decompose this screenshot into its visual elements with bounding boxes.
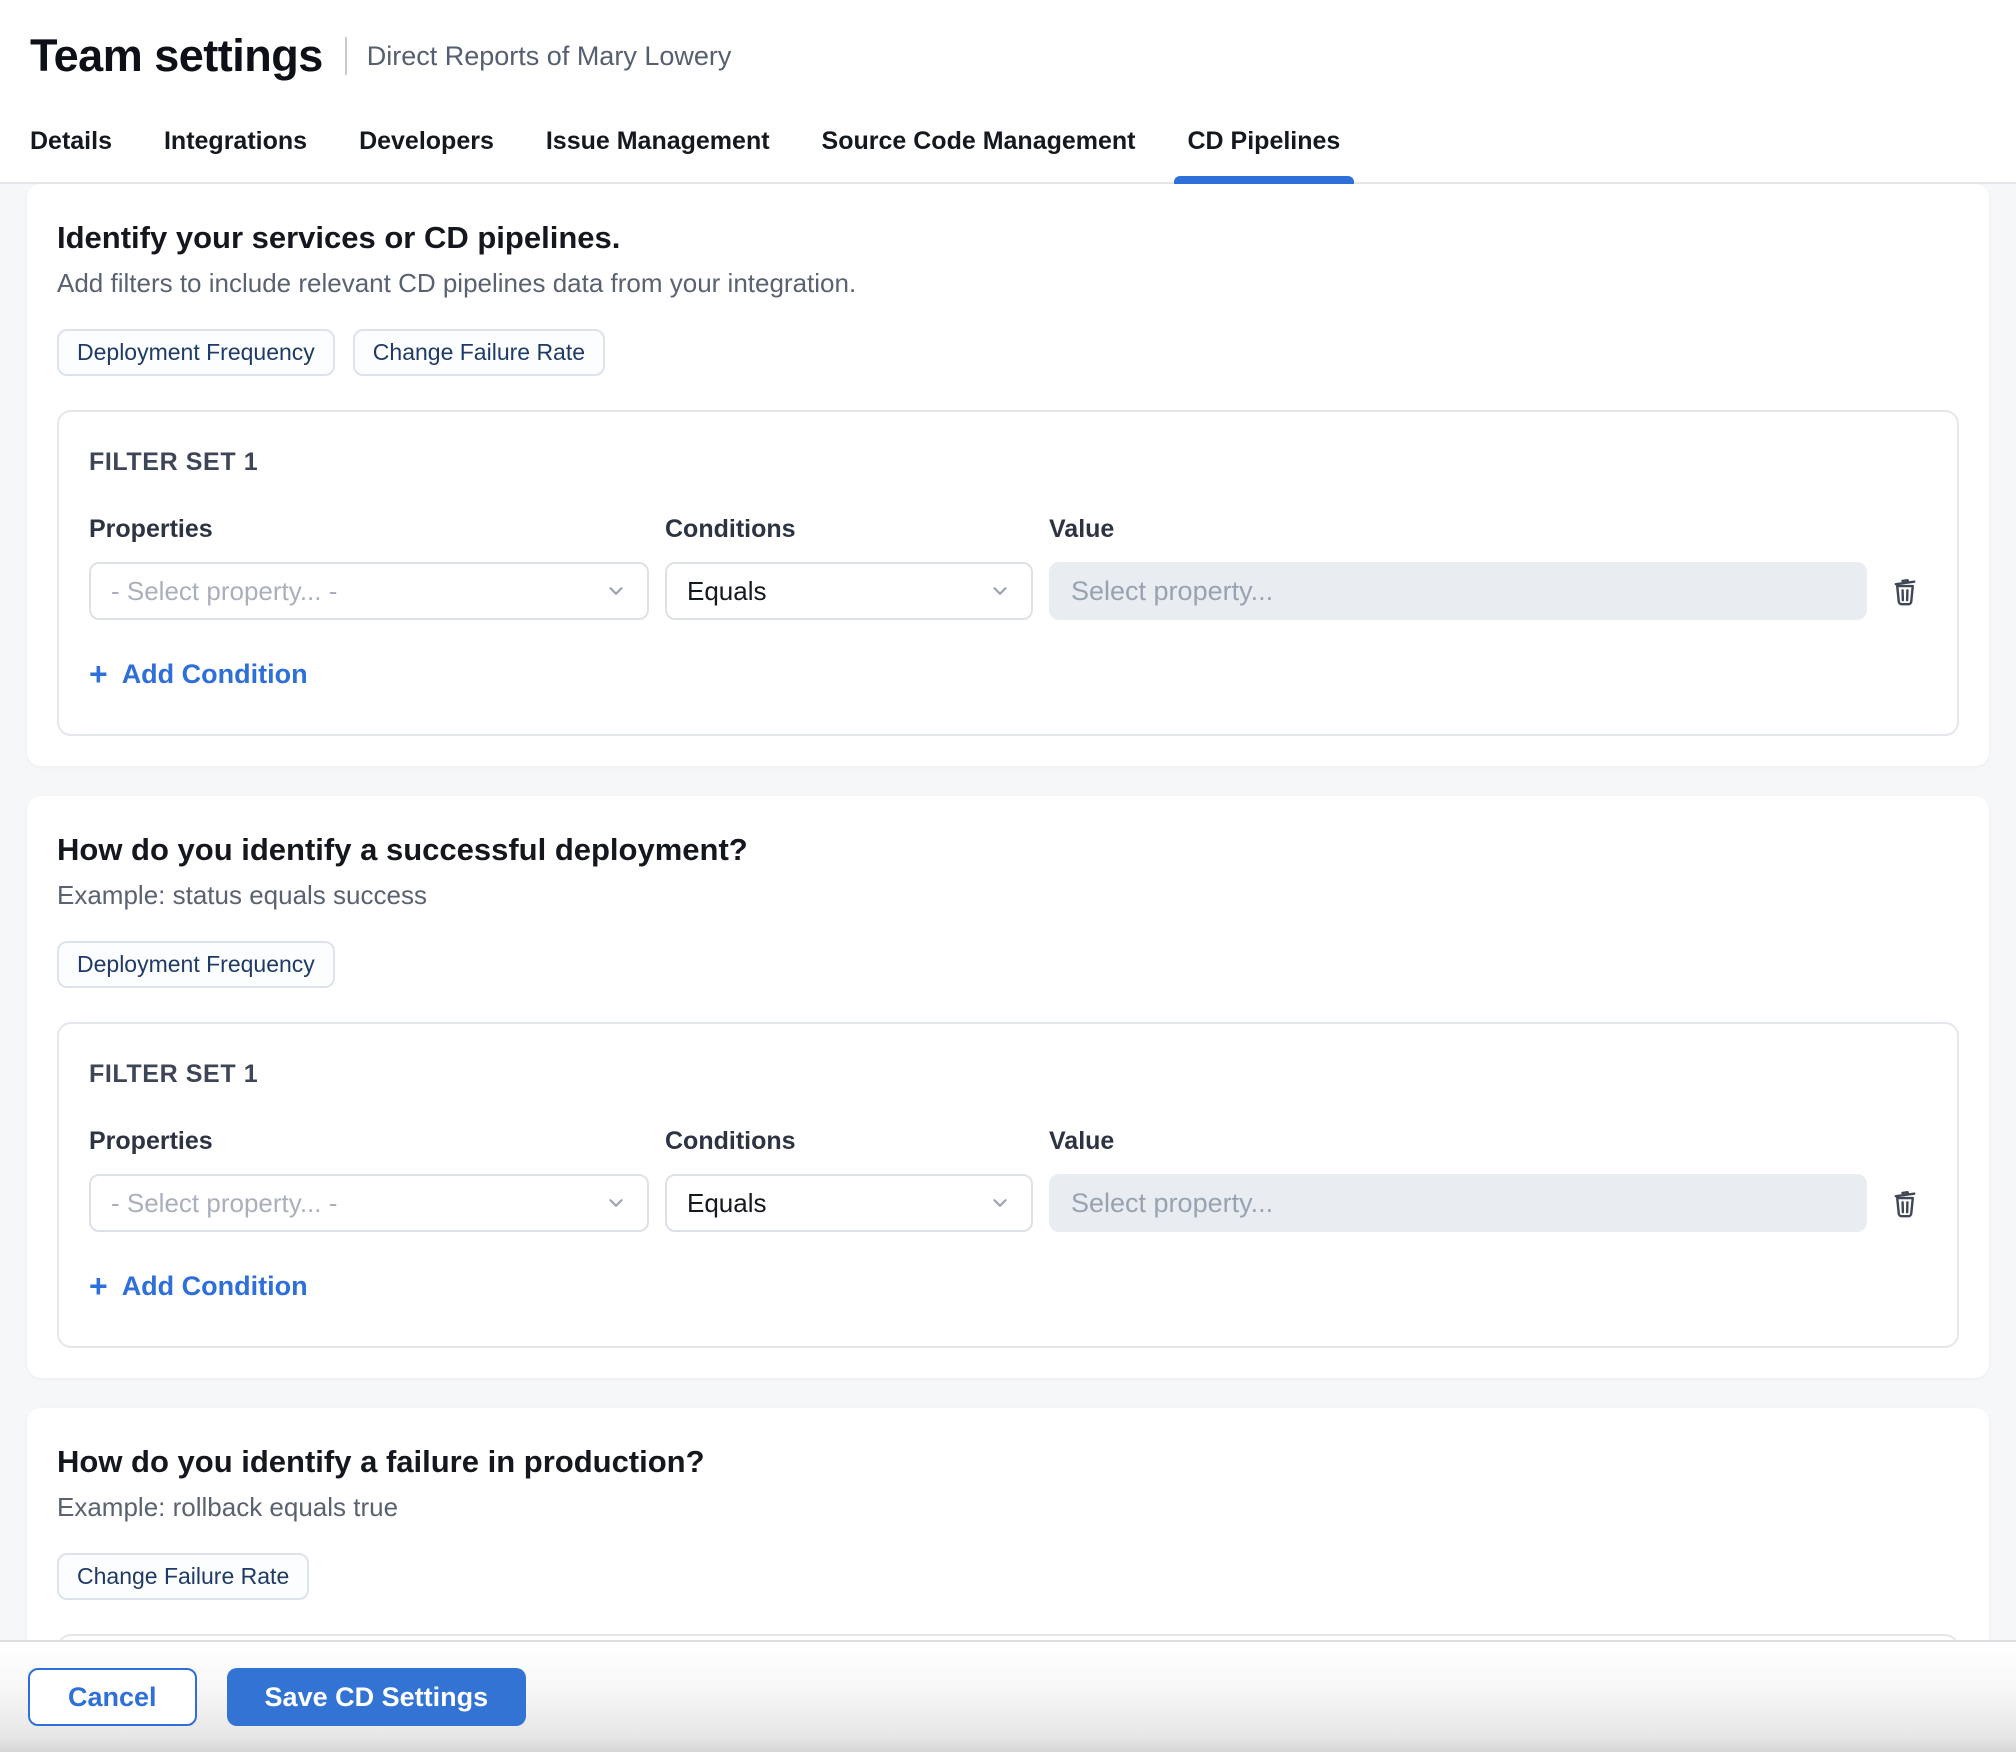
section-heading: How do you identify a successful deploym… [57, 832, 1959, 868]
filter-condition-row: - Select property... - Equals [89, 562, 1927, 620]
title-separator [345, 37, 347, 75]
chevron-down-icon [989, 1192, 1011, 1214]
section-description: Add filters to include relevant CD pipel… [57, 268, 1959, 299]
condition-select-value: Equals [687, 576, 767, 607]
condition-select[interactable]: Equals [665, 562, 1033, 620]
cancel-button[interactable]: Cancel [28, 1668, 197, 1726]
value-input[interactable] [1049, 562, 1867, 620]
section-description: Example: status equals success [57, 880, 1959, 911]
plus-icon: + [89, 658, 108, 690]
filter-column-labels: Properties Conditions Value [89, 515, 1927, 544]
property-select[interactable]: - Select property... - [89, 1174, 649, 1232]
add-condition-button[interactable]: + Add Condition [89, 658, 308, 690]
delete-condition-button[interactable] [1884, 1182, 1926, 1224]
trash-icon [1888, 574, 1922, 608]
filter-set-title: FILTER SET 1 [89, 1060, 1927, 1089]
chip-deployment-frequency[interactable]: Deployment Frequency [57, 329, 335, 376]
property-select-placeholder: - Select property... - [111, 1188, 337, 1219]
property-select-placeholder: - Select property... - [111, 576, 337, 607]
chevron-down-icon [605, 1192, 627, 1214]
filter-column-labels: Properties Conditions Value [89, 1127, 1927, 1156]
properties-label: Properties [89, 1127, 649, 1156]
chip-change-failure-rate[interactable]: Change Failure Rate [57, 1553, 309, 1600]
chevron-down-icon [605, 580, 627, 602]
section-description: Example: rollback equals true [57, 1492, 1959, 1523]
main-content: Identify your services or CD pipelines. … [0, 184, 2016, 1752]
add-condition-button[interactable]: + Add Condition [89, 1270, 308, 1302]
add-condition-label: Add Condition [122, 1271, 308, 1302]
filter-set-title: FILTER SET 1 [89, 448, 1927, 477]
chevron-down-icon [989, 580, 1011, 602]
tab-bar: Details Integrations Developers Issue Ma… [0, 100, 2016, 184]
section-identify-pipelines: Identify your services or CD pipelines. … [27, 184, 1989, 766]
metric-chips: Deployment Frequency [57, 941, 1959, 988]
chip-change-failure-rate[interactable]: Change Failure Rate [353, 329, 605, 376]
conditions-label: Conditions [665, 515, 1033, 544]
page-title: Team settings [30, 30, 323, 82]
value-label: Value [1049, 515, 1867, 544]
page-header: Team settings Direct Reports of Mary Low… [0, 0, 2016, 100]
value-label: Value [1049, 1127, 1867, 1156]
footer-action-bar: Cancel Save CD Settings [0, 1640, 2016, 1752]
filter-condition-row: - Select property... - Equals [89, 1174, 1927, 1232]
properties-label: Properties [89, 515, 649, 544]
delete-condition-button[interactable] [1884, 570, 1926, 612]
tab-integrations[interactable]: Integrations [164, 100, 307, 182]
chip-deployment-frequency[interactable]: Deployment Frequency [57, 941, 335, 988]
tab-issue-management[interactable]: Issue Management [546, 100, 770, 182]
section-heading: How do you identify a failure in product… [57, 1444, 1959, 1480]
tab-developers[interactable]: Developers [359, 100, 494, 182]
add-condition-label: Add Condition [122, 659, 308, 690]
value-input[interactable] [1049, 1174, 1867, 1232]
condition-select-value: Equals [687, 1188, 767, 1219]
filter-set-card: FILTER SET 1 Properties Conditions Value… [57, 1022, 1959, 1348]
save-cd-settings-button[interactable]: Save CD Settings [227, 1668, 527, 1726]
filter-set-card: FILTER SET 1 Properties Conditions Value… [57, 410, 1959, 736]
page-subtitle: Direct Reports of Mary Lowery [367, 41, 732, 72]
section-heading: Identify your services or CD pipelines. [57, 220, 1959, 256]
section-successful-deployment: How do you identify a successful deploym… [27, 796, 1989, 1378]
property-select[interactable]: - Select property... - [89, 562, 649, 620]
metric-chips: Deployment Frequency Change Failure Rate [57, 329, 1959, 376]
condition-select[interactable]: Equals [665, 1174, 1033, 1232]
trash-icon [1888, 1186, 1922, 1220]
tab-source-code-management[interactable]: Source Code Management [822, 100, 1136, 182]
tab-details[interactable]: Details [30, 100, 112, 182]
metric-chips: Change Failure Rate [57, 1553, 1959, 1600]
plus-icon: + [89, 1270, 108, 1302]
team-settings-page: Team settings Direct Reports of Mary Low… [0, 0, 2016, 1752]
tab-cd-pipelines[interactable]: CD Pipelines [1188, 100, 1341, 182]
conditions-label: Conditions [665, 1127, 1033, 1156]
